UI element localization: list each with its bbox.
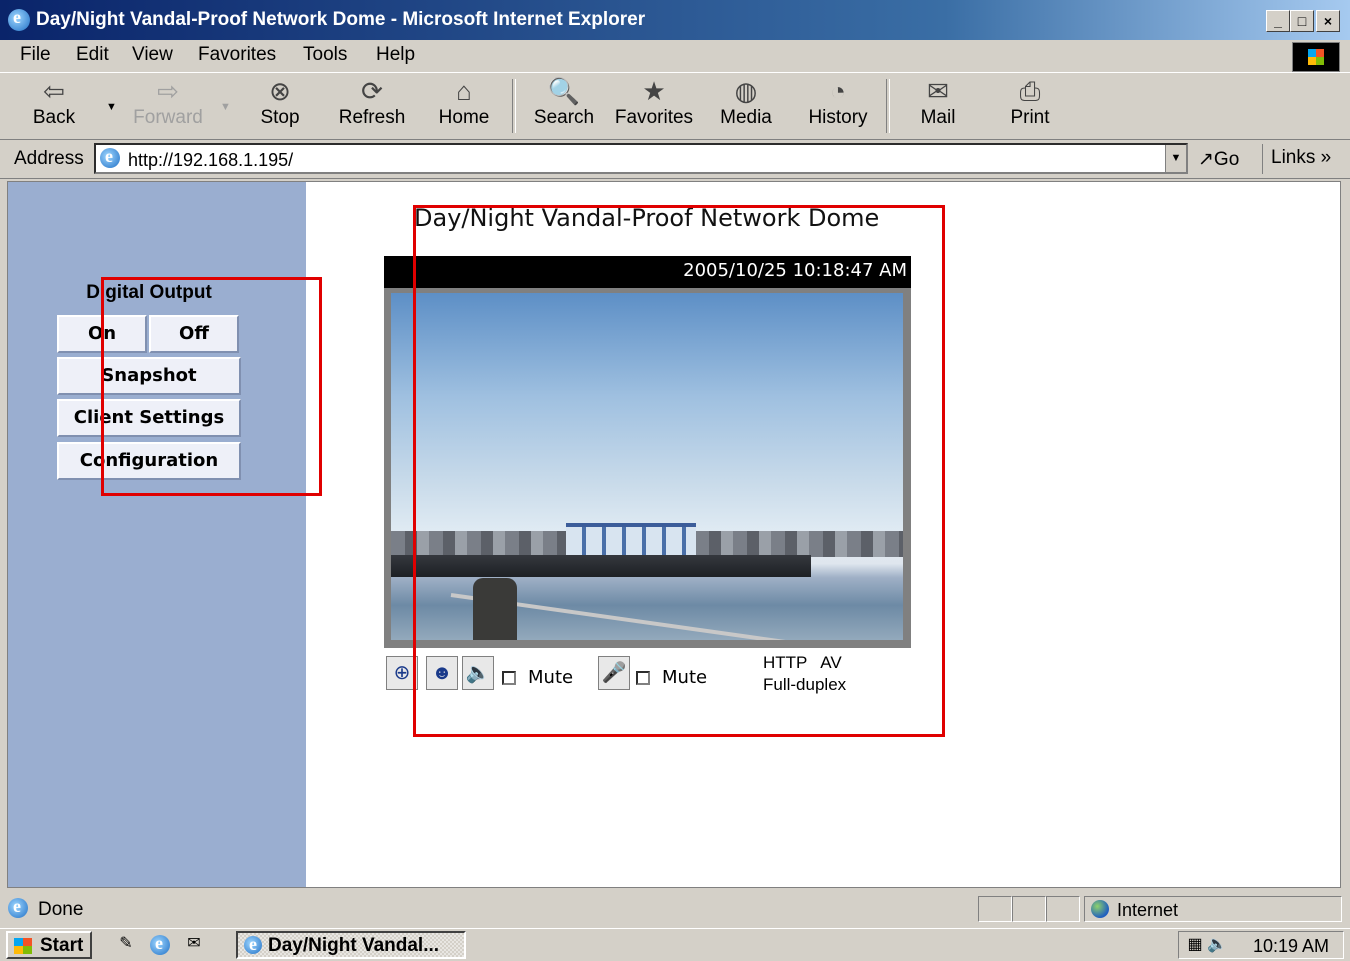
history-icon: ◔ xyxy=(830,76,846,106)
quicklaunch-outlook-icon[interactable]: ✉ xyxy=(184,934,204,954)
refresh-button[interactable]: ⟳ Refresh xyxy=(332,73,412,139)
video-mooring-post xyxy=(473,578,517,640)
home-icon: ⌂ xyxy=(456,76,472,106)
configuration-button[interactable]: Configuration xyxy=(57,442,241,480)
history-button[interactable]: ◔ History xyxy=(798,73,878,139)
back-button[interactable]: ⇦ Back xyxy=(14,73,94,139)
status-text: Done xyxy=(38,899,84,920)
stop-icon: ⊗ xyxy=(269,76,291,106)
menu-file[interactable]: File xyxy=(20,44,51,66)
close-button[interactable]: × xyxy=(1316,10,1340,32)
address-dropdown-icon[interactable]: ▼ xyxy=(1165,145,1186,172)
forward-button[interactable]: ⇨ Forward xyxy=(128,73,208,139)
digital-output-off-button[interactable]: Off xyxy=(149,315,239,353)
digital-output-label: Digital Output xyxy=(86,282,212,303)
clock[interactable]: 10:19 AM xyxy=(1253,936,1329,957)
video-viewer[interactable]: 2005/10/25 10:18:47 AM xyxy=(384,256,911,648)
page-title: Day/Night Vandal-Proof Network Dome xyxy=(414,204,880,232)
media-icon: ◍ xyxy=(734,76,758,106)
print-button[interactable]: ⎙ Print xyxy=(990,73,1070,139)
show-desktop-icon[interactable]: ✎ xyxy=(116,934,136,954)
zone-label: Internet xyxy=(1117,900,1179,920)
menu-tools[interactable]: Tools xyxy=(303,44,347,66)
address-input[interactable]: http://192.168.1.195/ ▼ xyxy=(94,143,1188,174)
snapshot-button[interactable]: Snapshot xyxy=(57,357,241,395)
menu-view[interactable]: View xyxy=(132,44,173,66)
network-tray-icon[interactable]: ▦ xyxy=(1185,935,1205,955)
toolbar-separator xyxy=(512,79,516,133)
mail-button[interactable]: ✉ Mail xyxy=(898,73,978,139)
task-ie-icon xyxy=(244,934,262,955)
system-tray: ▦ 🔈 10:19 AM xyxy=(1178,931,1344,959)
status-pane xyxy=(978,896,1012,922)
volume-tray-icon[interactable]: 🔈 xyxy=(1207,935,1227,955)
video-railing xyxy=(450,593,903,640)
address-bar: Address http://192.168.1.195/ ▼ ↗Go Link… xyxy=(0,140,1350,179)
media-button[interactable]: ◍ Media xyxy=(706,73,786,139)
status-pane xyxy=(1046,896,1080,922)
video-caption-bar: 2005/10/25 10:18:47 AM xyxy=(384,256,911,288)
mute-speaker-label: Mute xyxy=(528,667,574,688)
address-label: Address xyxy=(14,148,84,169)
mute-microphone-label: Mute xyxy=(662,667,708,688)
windows-flag-icon xyxy=(14,938,32,954)
quicklaunch-ie-icon[interactable] xyxy=(150,933,170,955)
minimize-button[interactable]: _ xyxy=(1266,10,1290,32)
search-button[interactable]: 🔍 Search xyxy=(524,73,604,139)
favorites-button[interactable]: ★ Favorites xyxy=(614,73,694,139)
ie-logo-icon xyxy=(8,7,30,31)
forward-arrow-icon: ⇨ xyxy=(157,76,179,106)
microphone-icon[interactable]: 🎤 xyxy=(598,656,630,690)
page-status-icon xyxy=(8,896,28,918)
digital-output-on-button[interactable]: On xyxy=(57,315,147,353)
address-url[interactable]: http://192.168.1.195/ xyxy=(128,150,293,171)
protocol-info: HTTP AV Full-duplex xyxy=(763,652,846,696)
favorites-folder-icon: ★ xyxy=(642,76,666,106)
menu-favorites[interactable]: Favorites xyxy=(198,44,276,66)
internet-globe-icon xyxy=(1091,900,1109,918)
mail-icon: ✉ xyxy=(927,76,949,106)
duplex-line: Full-duplex xyxy=(763,675,847,694)
taskbar-window-button[interactable]: Day/Night Vandal... xyxy=(236,931,466,959)
live-video-frame[interactable] xyxy=(391,293,903,640)
back-arrow-icon: ⇦ xyxy=(43,76,65,106)
zoom-in-icon[interactable]: ⊕ xyxy=(386,656,418,690)
video-building xyxy=(566,523,696,559)
toolbar-separator xyxy=(886,79,890,133)
print-icon: ⎙ xyxy=(1019,76,1041,106)
go-button[interactable]: ↗Go xyxy=(1198,148,1239,171)
menu-edit[interactable]: Edit xyxy=(76,44,109,66)
menu-help[interactable]: Help xyxy=(376,44,415,66)
title-bar[interactable]: Day/Night Vandal-Proof Network Dome - Mi… xyxy=(0,0,1350,40)
mute-microphone-checkbox[interactable] xyxy=(636,671,650,685)
start-button[interactable]: Start xyxy=(6,931,92,959)
talk-user-icon[interactable]: ☻ xyxy=(426,656,458,690)
windows-logo-icon xyxy=(1292,42,1340,72)
go-label: Go xyxy=(1213,149,1240,170)
window-title: Day/Night Vandal-Proof Network Dome - Mi… xyxy=(36,9,646,30)
taskbar: Start ✎ ✉ Day/Night Vandal... ▦ 🔈 10:19 … xyxy=(0,928,1350,961)
left-control-panel: Digital Output On Off Snapshot Client Se… xyxy=(8,182,306,887)
video-pier xyxy=(391,555,811,577)
maximize-button[interactable]: □ xyxy=(1290,10,1314,32)
home-button[interactable]: ⌂ Home xyxy=(424,73,504,139)
links-button[interactable]: Links » xyxy=(1262,144,1331,174)
client-settings-button[interactable]: Client Settings xyxy=(57,399,241,437)
toolbar: ⇦ Back ▼ ⇨ Forward ▼ ⊗ Stop ⟳ Refresh ⌂ … xyxy=(0,73,1350,140)
protocol-line: HTTP AV xyxy=(763,653,842,672)
refresh-icon: ⟳ xyxy=(361,76,383,106)
search-icon: 🔍 xyxy=(547,76,581,106)
page-content: Digital Output On Off Snapshot Client Se… xyxy=(7,181,1341,888)
forward-dropdown-icon[interactable]: ▼ xyxy=(220,101,231,113)
stop-button[interactable]: ⊗ Stop xyxy=(240,73,320,139)
menu-bar: File Edit View Favorites Tools Help xyxy=(0,40,1350,73)
page-icon xyxy=(100,146,120,168)
video-timestamp: 2005/10/25 10:18:47 AM xyxy=(683,260,907,281)
security-zone: Internet xyxy=(1084,896,1342,922)
mute-speaker-checkbox[interactable] xyxy=(502,671,516,685)
status-pane xyxy=(1012,896,1046,922)
speaker-icon[interactable]: 🔈 xyxy=(462,656,494,690)
status-bar: Done Internet xyxy=(0,893,1350,925)
back-dropdown-icon[interactable]: ▼ xyxy=(106,101,117,113)
